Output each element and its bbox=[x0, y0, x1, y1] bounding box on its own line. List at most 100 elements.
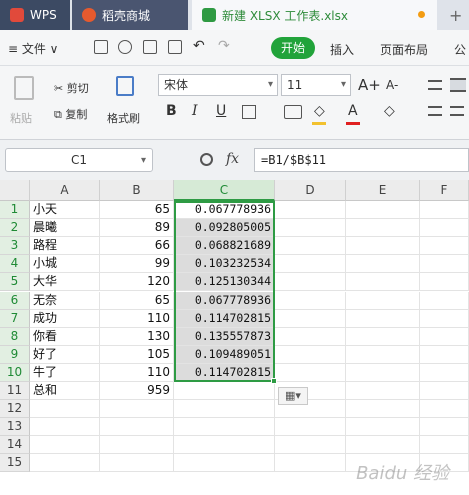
font-color-icon[interactable]: A bbox=[348, 103, 358, 119]
table-cell[interactable]: 0.135557873 bbox=[174, 327, 275, 346]
empty-cell[interactable] bbox=[30, 454, 100, 473]
table-cell[interactable]: 大华 bbox=[30, 273, 100, 292]
zoom-lookup-icon[interactable] bbox=[200, 153, 213, 166]
output-icon[interactable] bbox=[118, 40, 132, 54]
save-icon[interactable] bbox=[94, 40, 108, 54]
empty-cell[interactable] bbox=[174, 382, 275, 401]
tab-page-layout[interactable]: 页面布局 bbox=[380, 41, 428, 58]
empty-cell[interactable] bbox=[275, 255, 346, 274]
table-cell[interactable]: 110 bbox=[100, 309, 174, 328]
table-cell[interactable]: 牛了 bbox=[30, 363, 100, 382]
align-center-icon[interactable] bbox=[450, 106, 464, 116]
row-header[interactable]: 1 bbox=[0, 201, 30, 220]
table-cell[interactable]: 130 bbox=[100, 327, 174, 346]
fx-button[interactable]: fx bbox=[226, 151, 239, 167]
paste-options-button[interactable]: ▦▾ bbox=[278, 387, 308, 405]
paste-button[interactable]: 粘贴 bbox=[8, 72, 42, 132]
empty-cell[interactable] bbox=[30, 436, 100, 455]
copy-button[interactable]: ⧉ 复制 bbox=[54, 106, 87, 122]
row-header[interactable]: 2 bbox=[0, 219, 30, 238]
table-cell[interactable]: 65 bbox=[100, 201, 174, 220]
empty-cell[interactable] bbox=[346, 418, 420, 437]
empty-cell[interactable] bbox=[346, 273, 420, 292]
empty-cell[interactable] bbox=[275, 309, 346, 328]
shrink-font-button[interactable]: A- bbox=[386, 78, 398, 92]
empty-cell[interactable] bbox=[346, 219, 420, 238]
row-header[interactable]: 8 bbox=[0, 327, 30, 346]
empty-cell[interactable] bbox=[420, 291, 469, 310]
empty-cell[interactable] bbox=[275, 201, 346, 220]
table-cell[interactable]: 小天 bbox=[30, 201, 100, 220]
table-cell[interactable]: 晨曦 bbox=[30, 219, 100, 238]
column-header[interactable]: A bbox=[30, 180, 100, 201]
empty-cell[interactable] bbox=[346, 436, 420, 455]
grow-font-button[interactable]: A+ bbox=[358, 76, 381, 94]
table-cell[interactable]: 0.067778936 bbox=[174, 201, 275, 220]
empty-cell[interactable] bbox=[275, 454, 346, 473]
tab-start[interactable]: 开始 bbox=[271, 37, 315, 59]
tab-wps[interactable]: WPS bbox=[0, 0, 70, 30]
empty-cell[interactable] bbox=[275, 273, 346, 292]
table-cell[interactable]: 无奈 bbox=[30, 291, 100, 310]
empty-cell[interactable] bbox=[346, 400, 420, 419]
table-cell[interactable]: 总和 bbox=[30, 382, 100, 401]
empty-cell[interactable] bbox=[420, 418, 469, 437]
undo-icon[interactable]: ↶ bbox=[193, 38, 207, 54]
empty-cell[interactable] bbox=[275, 436, 346, 455]
empty-cell[interactable] bbox=[174, 454, 275, 473]
row-header[interactable]: 15 bbox=[0, 454, 30, 473]
empty-cell[interactable] bbox=[420, 237, 469, 256]
borders-icon[interactable] bbox=[242, 105, 256, 119]
clear-format-icon[interactable]: ◇ bbox=[384, 103, 395, 119]
table-cell[interactable]: 0.092805005 bbox=[174, 219, 275, 238]
table-cell[interactable]: 0.109489051 bbox=[174, 345, 275, 364]
empty-cell[interactable] bbox=[346, 382, 420, 401]
empty-cell[interactable] bbox=[420, 255, 469, 274]
table-cell[interactable]: 0.114702815 bbox=[174, 363, 275, 382]
empty-cell[interactable] bbox=[420, 363, 469, 382]
format-painter-button[interactable]: 格式刷 bbox=[106, 72, 146, 132]
row-header[interactable]: 10 bbox=[0, 363, 30, 382]
column-header[interactable]: E bbox=[346, 180, 420, 201]
empty-cell[interactable] bbox=[420, 345, 469, 364]
empty-cell[interactable] bbox=[420, 327, 469, 346]
empty-cell[interactable] bbox=[174, 400, 275, 419]
empty-cell[interactable] bbox=[275, 363, 346, 382]
table-cell[interactable]: 65 bbox=[100, 291, 174, 310]
empty-cell[interactable] bbox=[100, 418, 174, 437]
align-top-icon[interactable] bbox=[428, 80, 442, 90]
fill-handle[interactable] bbox=[271, 378, 277, 384]
table-cell[interactable]: 路程 bbox=[30, 237, 100, 256]
table-cell[interactable]: 成功 bbox=[30, 309, 100, 328]
empty-cell[interactable] bbox=[346, 363, 420, 382]
row-header[interactable]: 13 bbox=[0, 418, 30, 437]
table-cell[interactable]: 0.114702815 bbox=[174, 309, 275, 328]
empty-cell[interactable] bbox=[346, 201, 420, 220]
empty-cell[interactable] bbox=[174, 436, 275, 455]
row-header[interactable]: 14 bbox=[0, 436, 30, 455]
empty-cell[interactable] bbox=[275, 237, 346, 256]
empty-cell[interactable] bbox=[174, 418, 275, 437]
table-cell[interactable]: 99 bbox=[100, 255, 174, 274]
table-cell[interactable]: 0.125130344 bbox=[174, 273, 275, 292]
table-cell[interactable]: 0.103232534 bbox=[174, 255, 275, 274]
empty-cell[interactable] bbox=[420, 436, 469, 455]
tab-active-workbook[interactable]: 新建 XLSX 工作表.xlsx bbox=[192, 0, 437, 30]
column-header[interactable]: B bbox=[100, 180, 174, 201]
print-preview-icon[interactable] bbox=[168, 40, 182, 54]
column-header[interactable]: C bbox=[174, 180, 275, 201]
italic-button[interactable]: I bbox=[192, 103, 198, 119]
table-cell[interactable]: 0.068821689 bbox=[174, 237, 275, 256]
merge-icon[interactable] bbox=[284, 105, 302, 119]
empty-cell[interactable] bbox=[275, 345, 346, 364]
bold-button[interactable]: B bbox=[166, 103, 177, 119]
row-header[interactable]: 9 bbox=[0, 345, 30, 364]
table-cell[interactable]: 你看 bbox=[30, 327, 100, 346]
empty-cell[interactable] bbox=[30, 400, 100, 419]
tab-daoke-store[interactable]: 稻壳商城 bbox=[72, 0, 188, 30]
cut-button[interactable]: ✂ 剪切 bbox=[54, 80, 89, 96]
empty-cell[interactable] bbox=[420, 273, 469, 292]
align-left-icon[interactable] bbox=[428, 106, 442, 116]
empty-cell[interactable] bbox=[346, 255, 420, 274]
empty-cell[interactable] bbox=[346, 345, 420, 364]
